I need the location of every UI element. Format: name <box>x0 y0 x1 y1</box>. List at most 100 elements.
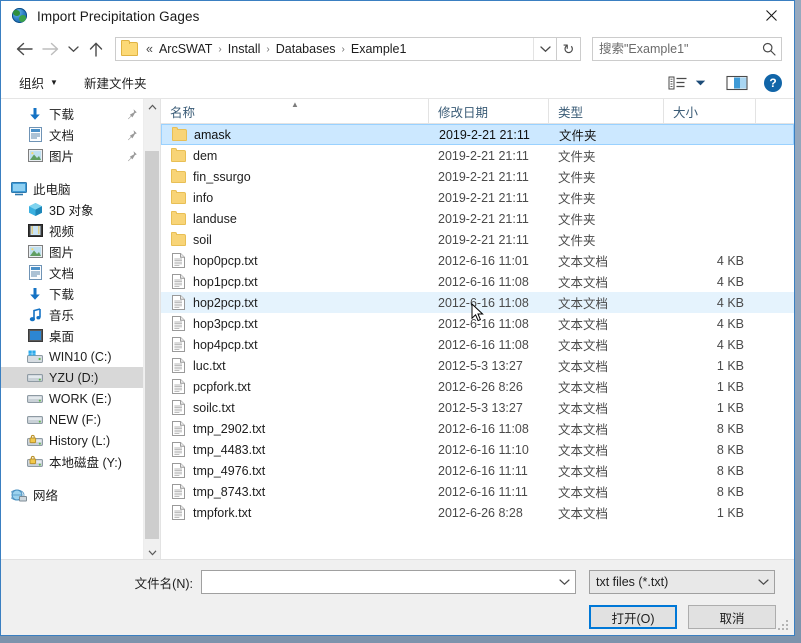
table-row[interactable]: hop3pcp.txt 2012-6-16 11:08 文本文档 4 KB <box>161 313 794 334</box>
table-row[interactable]: soil 2019-2-21 21:11 文件夹 <box>161 229 794 250</box>
sidebar-item-item-10[interactable]: 桌面 <box>1 325 143 346</box>
sidebar-item-win10-c[interactable]: WIN10 (C:) <box>1 346 143 367</box>
cell-type: 文本文档 <box>558 444 609 458</box>
filename-input[interactable] <box>202 575 553 589</box>
sidebar-item-item-9[interactable]: 音乐 <box>1 304 143 325</box>
pin-icon[interactable] <box>125 149 139 163</box>
scrollbar-thumb[interactable] <box>145 151 159 539</box>
navigation-scrollbar[interactable] <box>143 99 160 561</box>
table-row[interactable]: tmp_8743.txt 2012-6-16 11:11 文本文档 8 KB <box>161 481 794 502</box>
sidebar-item-yzu-d[interactable]: YZU (D:) <box>1 367 143 388</box>
address-dropdown-button[interactable] <box>533 38 556 60</box>
table-row[interactable]: tmp_2902.txt 2012-6-16 11:08 文本文档 8 KB <box>161 418 794 439</box>
table-row[interactable]: landuse 2019-2-21 21:11 文件夹 <box>161 208 794 229</box>
search-box[interactable] <box>592 37 782 61</box>
back-button[interactable] <box>11 36 37 62</box>
sidebar-item-item-3[interactable]: 此电脑 <box>1 178 143 199</box>
open-button[interactable]: 打开(O) <box>589 605 677 629</box>
cell-name-text: tmpfork.txt <box>193 505 252 520</box>
scrollbar-track-top[interactable] <box>145 116 159 151</box>
text-file-icon <box>170 358 186 374</box>
up-button[interactable] <box>83 36 109 62</box>
view-dropdown-button[interactable] <box>695 71 706 95</box>
sidebar-item-new-f[interactable]: NEW (F:) <box>1 409 143 430</box>
chevron-down-icon <box>148 550 156 556</box>
resize-grip-icon[interactable] <box>778 620 790 632</box>
table-row[interactable]: fin_ssurgo 2019-2-21 21:11 文件夹 <box>161 166 794 187</box>
command-bar: 组织 ▼ 新建文件夹 ? <box>1 67 794 99</box>
column-header-date[interactable]: 修改日期 <box>429 99 549 123</box>
sidebar-item-item-2[interactable]: 图片 <box>1 145 143 166</box>
cell-name: tmp_4976.txt <box>161 463 429 479</box>
close-button[interactable] <box>748 1 794 30</box>
table-row[interactable]: hop1pcp.txt 2012-6-16 11:08 文本文档 4 KB <box>161 271 794 292</box>
cell-name-text: tmp_4976.txt <box>193 463 266 478</box>
table-row[interactable]: pcpfork.txt 2012-6-26 8:26 文本文档 1 KB <box>161 376 794 397</box>
scroll-up-button[interactable] <box>144 99 160 116</box>
search-input[interactable] <box>593 42 757 56</box>
sidebar-item-work-e[interactable]: WORK (E:) <box>1 388 143 409</box>
cell-name: tmp_8743.txt <box>161 484 429 500</box>
breadcrumb-item-2[interactable]: Databases <box>273 41 339 57</box>
preview-pane-button[interactable] <box>726 71 748 95</box>
table-row[interactable]: hop2pcp.txt 2012-6-16 11:08 文本文档 4 KB <box>161 292 794 313</box>
sidebar-item-history-l[interactable]: History (L:) <box>1 430 143 451</box>
cell-date: 2019-2-21 21:11 <box>438 148 529 163</box>
forward-button[interactable] <box>37 36 63 62</box>
table-row[interactable]: luc.txt 2012-5-3 13:27 文本文档 1 KB <box>161 355 794 376</box>
navigation-list: 下载 文档 图片 此电脑 3D 对象 视频 图片 文档 下载 音乐 桌面 WIN10 (C:) YZU … <box>1 99 143 561</box>
cell-name: hop4pcp.txt <box>161 337 429 353</box>
sidebar-item-item-0[interactable]: 下载 <box>1 103 143 124</box>
table-row[interactable]: info 2019-2-21 21:11 文件夹 <box>161 187 794 208</box>
column-header-type[interactable]: 类型 <box>549 99 664 123</box>
table-row[interactable]: hop0pcp.txt 2012-6-16 11:01 文本文档 4 KB <box>161 250 794 271</box>
column-header-size[interactable]: 大小 <box>664 99 756 123</box>
filename-dropdown-button[interactable] <box>553 571 575 593</box>
breadcrumb-item-1[interactable]: Install <box>225 41 264 57</box>
cancel-button[interactable]: 取消 <box>688 605 776 629</box>
desktop-icon <box>27 328 43 344</box>
address-bar[interactable]: « ArcSWAT › Install › Databases › Exampl… <box>115 37 557 61</box>
view-options-button[interactable] <box>668 71 688 95</box>
new-folder-button[interactable]: 新建文件夹 <box>82 71 149 94</box>
sidebar-item-y[interactable]: 本地磁盘 (Y:) <box>1 451 143 472</box>
cell-type: 文本文档 <box>558 276 609 290</box>
breadcrumb-item-0[interactable]: ArcSWAT <box>156 41 215 57</box>
chevron-up-icon <box>148 104 156 110</box>
organize-button[interactable]: 组织 ▼ <box>17 71 60 94</box>
sidebar-item-3d[interactable]: 3D 对象 <box>1 199 143 220</box>
table-row[interactable]: hop4pcp.txt 2012-6-16 11:08 文本文档 4 KB <box>161 334 794 355</box>
recent-locations-button[interactable] <box>63 36 83 62</box>
table-row[interactable]: dem 2019-2-21 21:11 文件夹 <box>161 145 794 166</box>
sidebar-item-item-17[interactable]: 网络 <box>1 484 143 505</box>
cell-date: 2012-6-26 8:26 <box>438 379 523 394</box>
file-type-filter-combobox[interactable]: txt files (*.txt) <box>589 570 775 594</box>
breadcrumb-item-3[interactable]: Example1 <box>348 41 410 57</box>
sidebar-item-item-1[interactable]: 文档 <box>1 124 143 145</box>
sidebar-item-item-6[interactable]: 图片 <box>1 241 143 262</box>
breadcrumb-overflow[interactable]: « <box>143 41 156 57</box>
filename-combobox[interactable] <box>201 570 576 594</box>
column-header-name[interactable]: 名称 ▲ <box>161 99 429 123</box>
sidebar-item-item-8[interactable]: 下载 <box>1 283 143 304</box>
dialog-body: 下载 文档 图片 此电脑 3D 对象 视频 图片 文档 下载 音乐 桌面 WIN10 (C:) YZU … <box>1 99 794 561</box>
sidebar-item-label: 下载 <box>49 288 75 302</box>
folder-icon <box>170 210 186 227</box>
pin-icon[interactable] <box>125 128 139 142</box>
table-row[interactable]: amask 2019-2-21 21:11 文件夹 <box>161 124 794 145</box>
refresh-button[interactable]: ↻ <box>557 37 581 61</box>
sidebar-item-item-5[interactable]: 视频 <box>1 220 143 241</box>
navigation-pane: 下载 文档 图片 此电脑 3D 对象 视频 图片 文档 下载 音乐 桌面 WIN10 (C:) YZU … <box>1 99 161 561</box>
sidebar-item-item-7[interactable]: 文档 <box>1 262 143 283</box>
pin-icon[interactable] <box>125 107 139 121</box>
text-file-icon <box>170 379 186 395</box>
table-row[interactable]: tmp_4976.txt 2012-6-16 11:11 文本文档 8 KB <box>161 460 794 481</box>
table-row[interactable]: tmpfork.txt 2012-6-26 8:28 文本文档 1 KB <box>161 502 794 523</box>
music-icon <box>27 307 43 323</box>
help-button[interactable]: ? <box>764 73 782 92</box>
table-row[interactable]: tmp_4483.txt 2012-6-16 11:10 文本文档 8 KB <box>161 439 794 460</box>
dialog-footer: 文件名(N): txt files (*.txt) 打开(O) 取消 <box>1 559 794 635</box>
search-icon[interactable] <box>757 42 781 56</box>
filter-dropdown-button[interactable] <box>752 578 774 586</box>
table-row[interactable]: soilc.txt 2012-5-3 13:27 文本文档 1 KB <box>161 397 794 418</box>
